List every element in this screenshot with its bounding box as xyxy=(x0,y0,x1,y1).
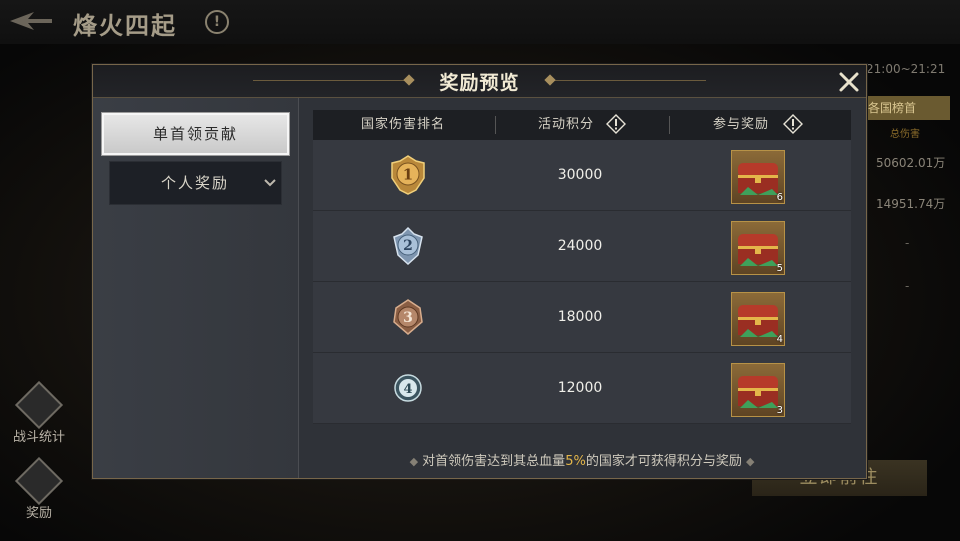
reward-condition-note: ◆ 对首领伤害达到其总血量5%的国家才可获得积分与奖励 ◆ xyxy=(313,450,851,469)
info-icon[interactable] xyxy=(606,114,626,134)
damage-value: 50602.01万 xyxy=(876,156,946,170)
header-rank: 国家伤害排名 xyxy=(361,117,446,132)
tab-sidebar: 单首领贡献 个人奖励 xyxy=(93,98,299,478)
chevron-down-icon xyxy=(264,179,276,187)
chest-quantity: 3 xyxy=(776,405,783,416)
event-title: 烽火四起 xyxy=(73,11,177,40)
score-value: 12000 xyxy=(557,380,603,396)
modal-title: 奖励预览 xyxy=(439,72,520,94)
rank-number: 4 xyxy=(403,382,412,397)
modal-header: 奖励预览 xyxy=(93,65,866,98)
table-header: 国家伤害排名 活动积分 参与奖励 xyxy=(313,110,851,140)
note-prefix: 对首领伤害达到其总血量 xyxy=(422,454,566,469)
empty-value: - xyxy=(905,279,910,293)
event-help-icon[interactable]: ! xyxy=(205,10,229,34)
treasure-chest-icon[interactable]: 5 xyxy=(731,221,785,275)
tab-personal-reward-label: 个人奖励 xyxy=(161,174,230,192)
treasure-chest-icon[interactable]: 6 xyxy=(731,150,785,204)
treasure-chest-icon[interactable]: 4 xyxy=(731,292,785,346)
table-row: 1 30000 6 xyxy=(313,140,851,211)
table-row: 2 24000 5 xyxy=(313,211,851,282)
chest-quantity: 4 xyxy=(776,334,783,345)
rank-number: 1 xyxy=(403,166,413,184)
header-reward: 参与奖励 xyxy=(713,117,770,132)
damage-value: 14951.74万 xyxy=(876,197,946,211)
rank-4-badge-icon: 4 xyxy=(394,374,422,402)
tab-personal-reward[interactable]: 个人奖励 xyxy=(109,161,282,205)
score-value: 24000 xyxy=(557,238,603,254)
table-row: 3 18000 4 xyxy=(313,282,851,353)
chest-quantity: 6 xyxy=(776,192,783,203)
note-highlight: 5% xyxy=(565,454,586,469)
rank-sub-label: 总伤害 xyxy=(890,129,920,140)
battle-stats-icon xyxy=(14,380,64,430)
rank-number: 3 xyxy=(403,310,413,326)
header-divider xyxy=(669,116,670,134)
chest-quantity: 5 xyxy=(776,263,783,274)
reward-icon xyxy=(14,456,64,506)
treasure-chest-icon[interactable]: 3 xyxy=(731,363,785,417)
rank-2-badge-icon: 2 xyxy=(393,226,423,266)
reward-preview-modal: 奖励预览 单首领贡献 个人奖励 国家伤害排名 活动积分 参与奖励 1 30000… xyxy=(92,64,867,479)
rank-1-badge-icon: 1 xyxy=(391,155,425,195)
score-value: 30000 xyxy=(557,167,603,183)
header-score: 活动积分 xyxy=(538,117,595,132)
rank-number: 2 xyxy=(403,238,413,254)
battle-stats-button[interactable]: 战斗统计 xyxy=(4,380,74,445)
event-time: 21:00~21:21 xyxy=(866,62,946,76)
score-value: 18000 xyxy=(557,309,603,325)
diamond-icon: ◆ xyxy=(409,455,419,468)
tab-single-boss[interactable]: 单首领贡献 xyxy=(101,112,290,156)
battle-stats-label: 战斗统计 xyxy=(12,430,65,445)
rank-tab[interactable]: 各国榜首 xyxy=(862,96,950,120)
rank-3-badge-icon: 3 xyxy=(393,299,423,335)
reward-button[interactable]: 奖励 xyxy=(4,456,74,521)
note-suffix: 的国家才可获得积分与奖励 xyxy=(585,454,742,469)
empty-value: - xyxy=(905,236,910,250)
close-icon[interactable] xyxy=(836,69,862,95)
back-arrow-icon[interactable] xyxy=(6,8,56,34)
table-row: 4 12000 3 xyxy=(313,353,851,424)
info-icon[interactable] xyxy=(783,114,803,134)
reward-label: 奖励 xyxy=(25,506,52,521)
diamond-icon: ◆ xyxy=(745,455,755,468)
header-divider xyxy=(495,116,496,134)
